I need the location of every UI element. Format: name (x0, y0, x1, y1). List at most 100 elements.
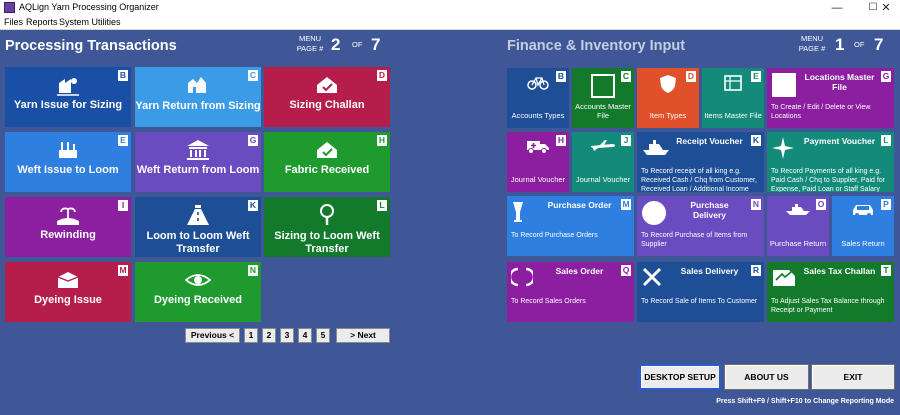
shortcut-key: H (556, 135, 566, 146)
desktop-setup-button[interactable]: DESKTOP SETUP (639, 364, 721, 390)
processing-of-label: OF (352, 40, 363, 49)
airplane-icon (591, 140, 615, 151)
tile-description: To Record Purchase of Items from Supplie… (641, 232, 748, 248)
tile-purchase-return[interactable]: O Purchase Return (767, 196, 829, 256)
tile-receipt-voucher[interactable]: Receipt Voucher K To Record receipt of a… (637, 132, 764, 192)
processing-section-title: Processing Transactions (5, 38, 177, 54)
menu-system-utilities[interactable]: System Utilities (59, 17, 121, 27)
tile-journal-voucher-j[interactable]: J Journal Voucher (572, 132, 634, 192)
ambulance-icon (527, 141, 549, 154)
tile-sales-return[interactable]: P Sales Return (832, 196, 894, 256)
tile-sizing-challan[interactable]: D Sizing Challan (264, 67, 390, 127)
shortcut-key: T (881, 265, 891, 276)
tile-items-master-file[interactable]: E Items Master File (702, 68, 764, 128)
tile-weft-issue-to-loom[interactable]: E Weft Issue to Loom (5, 132, 131, 192)
tile-dyeing-received[interactable]: N Dyeing Received (135, 262, 261, 322)
menu-bar: Files Reports System Utilities (0, 16, 900, 30)
tile-accounts-types[interactable]: B Accounts Types (507, 68, 569, 128)
page-2-button[interactable]: 2 (262, 328, 276, 343)
menu-files[interactable]: Files (4, 17, 23, 27)
tile-title: Purchase Order (547, 200, 612, 210)
shortcut-key: L (881, 135, 891, 146)
shortcut-key: I (118, 200, 128, 211)
about-us-button[interactable]: ABOUT US (724, 364, 809, 390)
fabric-icon (317, 142, 337, 158)
tile-label: Journal Voucher (510, 175, 566, 184)
road-icon (187, 205, 209, 225)
shortcut-key: P (881, 199, 891, 210)
tile-purchase-order[interactable]: Purchase Order M To Record Purchase Orde… (507, 196, 634, 256)
finance-menu-page-label: MENU PAGE # (798, 34, 826, 53)
exit-button[interactable]: EXIT (811, 364, 895, 390)
tile-sales-tax-challan[interactable]: Sales Tax Challan T To Adjust Sales Tax … (767, 262, 894, 322)
menu-reports[interactable]: Reports (26, 17, 58, 27)
tile-loom-to-loom-weft-transfer[interactable]: K Loom to Loom Weft Transfer (135, 197, 261, 257)
finance-total-pages: 7 (874, 35, 884, 54)
shortcut-key: K (248, 200, 258, 211)
shortcut-key: B (556, 71, 566, 82)
shortcut-key: D (686, 71, 696, 82)
tile-sales-order[interactable]: Sales Order Q To Record Sales Orders (507, 262, 634, 322)
tile-payment-voucher[interactable]: Payment Voucher L To Record Payments of … (767, 132, 894, 192)
finance-section-title: Finance & Inventory Input (507, 38, 686, 54)
tile-description: To Record Payments of all king e.g. Paid… (771, 168, 886, 192)
minimize-button[interactable]: — (820, 0, 854, 16)
tile-item-types[interactable]: D Item Types (637, 68, 699, 128)
shortcut-key: H (377, 135, 387, 146)
tile-purchase-delivery[interactable]: Purchase Delivery N To Record Purchase o… (637, 196, 764, 256)
tile-description: To Create / Edit / Delete or View Locati… (771, 104, 871, 120)
tile-description: To Record Sales Orders (511, 298, 586, 305)
tile-dyeing-issue[interactable]: M Dyeing Issue (5, 262, 131, 322)
tile-yarn-issue-for-sizing[interactable]: B Yarn Issue for Sizing (5, 67, 131, 127)
tile-label: Yarn Return from Sizing (135, 100, 261, 112)
tile-fabric-received[interactable]: H Fabric Received (264, 132, 390, 192)
next-page-button[interactable]: > Next (336, 328, 390, 343)
tile-label: Weft Return from Loom (136, 164, 260, 176)
tile-weft-return-from-loom[interactable]: G Weft Return from Loom (135, 132, 261, 192)
previous-page-button[interactable]: Previous < (185, 328, 240, 343)
shortcut-key: D (377, 70, 387, 81)
page-4-button[interactable]: 4 (298, 328, 312, 343)
factory-icon (188, 77, 206, 93)
items-icon (724, 75, 742, 91)
shortcut-key: M (118, 265, 128, 276)
tile-description: To Record Sale of Items To Customer (641, 298, 758, 305)
circle-icon (642, 201, 666, 225)
tile-label: Journal Voucher (575, 175, 631, 184)
tile-description: To Adjust Sales Tax Balance through Rece… (771, 298, 885, 314)
tile-label: Items Master File (704, 111, 762, 120)
tile-sizing-to-loom-weft-transfer[interactable]: L Sizing to Loom Weft Transfer (264, 197, 390, 257)
tile-label: Accounts Master File (575, 102, 631, 120)
page-1-button[interactable]: 1 (244, 328, 258, 343)
blank-page-icon (772, 73, 796, 97)
refresh-icon (511, 267, 533, 287)
dye-box-icon (57, 272, 79, 288)
glass-icon (513, 202, 523, 222)
tile-title: Purchase Delivery (690, 200, 729, 220)
tile-title: Sales Tax Challan (803, 266, 876, 276)
tile-accounts-master-file[interactable]: C Accounts Master File (572, 68, 634, 128)
shortcut-key: N (751, 199, 761, 210)
tile-sales-delivery[interactable]: Sales Delivery R To Record Sale of Items… (637, 262, 764, 322)
tile-label: Rewinding (40, 229, 96, 241)
shortcut-key: E (118, 135, 128, 146)
processing-page-number: 2 (331, 35, 341, 54)
tile-locations-master-file[interactable]: Locations Master File G To Create / Edit… (767, 68, 894, 128)
close-button[interactable]: ✕ (872, 0, 900, 16)
tile-label: Accounts Types (511, 111, 565, 120)
tile-label: Weft Issue to Loom (17, 164, 119, 176)
shield-icon (660, 75, 676, 93)
tile-yarn-return-from-sizing[interactable]: C Yarn Return from Sizing (135, 67, 261, 127)
finance-of-label: OF (854, 40, 865, 49)
tile-label: Yarn Issue for Sizing (13, 99, 123, 111)
square-icon (591, 74, 615, 98)
bicycle-icon (527, 77, 549, 90)
page-5-button[interactable]: 5 (316, 328, 330, 343)
shortcut-key: G (881, 71, 891, 82)
tile-journal-voucher-h[interactable]: H Journal Voucher (507, 132, 569, 192)
page-3-button[interactable]: 3 (280, 328, 294, 343)
tile-rewinding[interactable]: I Rewinding (5, 197, 131, 257)
shortcut-key: L (377, 200, 387, 211)
shortcut-key: M (621, 199, 631, 210)
tile-description: To Record Purchase Orders (511, 232, 598, 239)
